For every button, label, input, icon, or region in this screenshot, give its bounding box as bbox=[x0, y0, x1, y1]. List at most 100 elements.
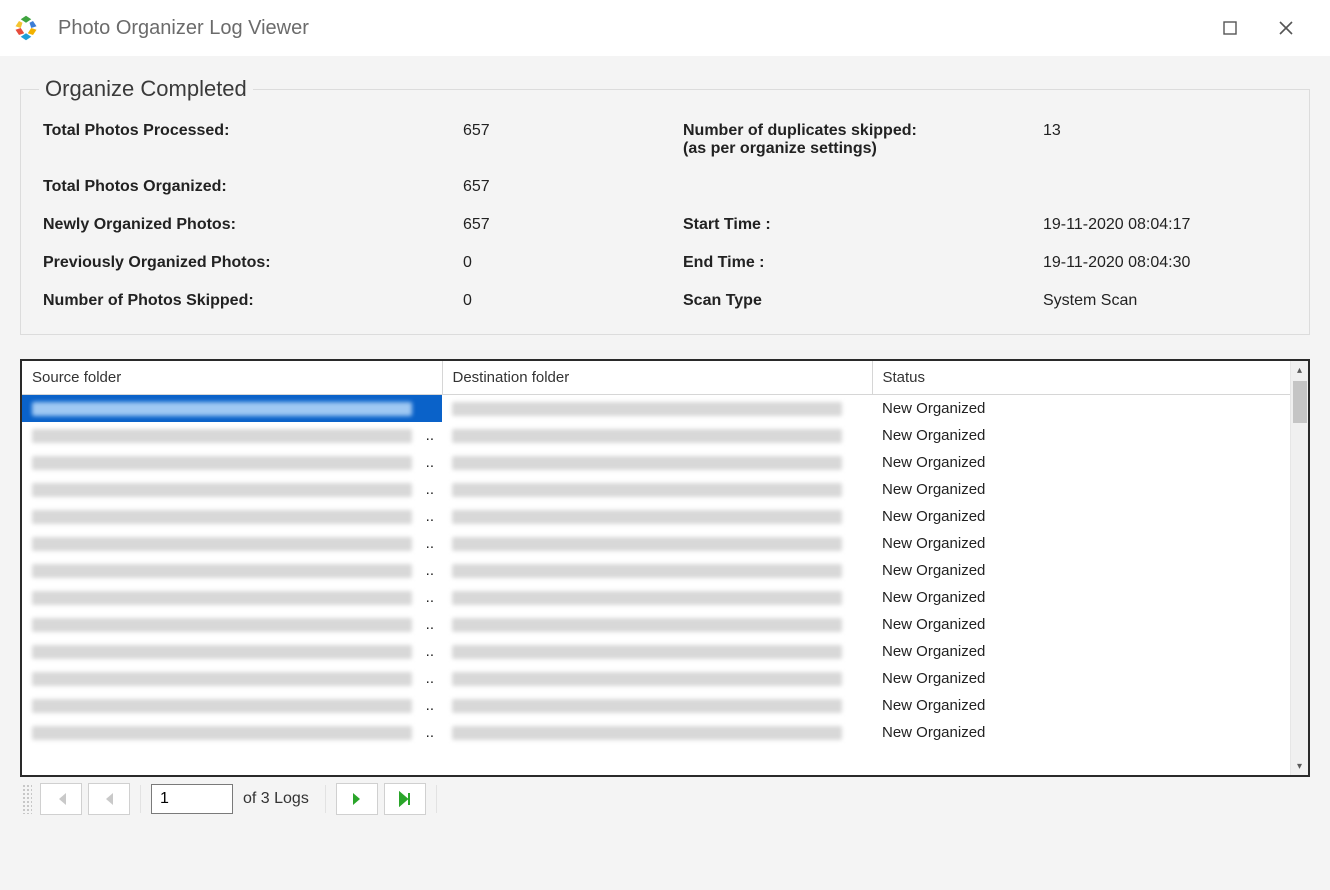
cell-status: New Organized bbox=[872, 611, 1308, 638]
summary-right-label bbox=[683, 178, 1043, 196]
summary-right-label: Number of duplicates skipped: (as per or… bbox=[683, 122, 1043, 158]
summary-right-value bbox=[1043, 178, 1287, 196]
pager-separator bbox=[436, 785, 437, 813]
cell-destination bbox=[442, 665, 872, 692]
cell-source bbox=[22, 422, 442, 449]
window-controls bbox=[1216, 14, 1318, 42]
summary-right-value: 19-11-2020 08:04:17 bbox=[1043, 216, 1287, 234]
window-title: Photo Organizer Log Viewer bbox=[58, 17, 309, 40]
table-row[interactable]: New Organized bbox=[22, 719, 1308, 746]
cell-destination bbox=[442, 422, 872, 449]
cell-destination bbox=[442, 449, 872, 476]
summary-right-label: Scan Type bbox=[683, 292, 1043, 310]
cell-status: New Organized bbox=[872, 422, 1308, 449]
summary-right-label: Start Time : bbox=[683, 216, 1043, 234]
col-header-status[interactable]: Status bbox=[872, 361, 1308, 395]
pager-next-button[interactable] bbox=[336, 783, 378, 815]
col-header-source[interactable]: Source folder bbox=[22, 361, 442, 395]
cell-status: New Organized bbox=[872, 503, 1308, 530]
cell-destination bbox=[442, 692, 872, 719]
cell-source bbox=[22, 719, 442, 746]
summary-left-label: Total Photos Processed: bbox=[43, 122, 463, 158]
titlebar: Photo Organizer Log Viewer bbox=[0, 0, 1330, 56]
table-row[interactable]: New Organized bbox=[22, 665, 1308, 692]
cell-source bbox=[22, 692, 442, 719]
cell-destination bbox=[442, 719, 872, 746]
cell-destination bbox=[442, 557, 872, 584]
cell-source bbox=[22, 530, 442, 557]
table-row[interactable]: New Organized bbox=[22, 557, 1308, 584]
table-row[interactable]: New Organized bbox=[22, 611, 1308, 638]
log-table-container: Source folder Destination folder Status … bbox=[20, 359, 1310, 777]
cell-source bbox=[22, 611, 442, 638]
table-row[interactable]: New Organized bbox=[22, 692, 1308, 719]
cell-destination bbox=[442, 476, 872, 503]
summary-left-label: Previously Organized Photos: bbox=[43, 254, 463, 272]
col-header-destination[interactable]: Destination folder bbox=[442, 361, 872, 395]
cell-status: New Organized bbox=[872, 719, 1308, 746]
summary-left-value: 657 bbox=[463, 122, 683, 158]
cell-source bbox=[22, 557, 442, 584]
table-row[interactable]: New Organized bbox=[22, 422, 1308, 449]
vertical-scrollbar[interactable]: ▴ ▾ bbox=[1290, 361, 1308, 775]
log-table: Source folder Destination folder Status … bbox=[22, 361, 1308, 746]
cell-status: New Organized bbox=[872, 584, 1308, 611]
cell-destination bbox=[442, 530, 872, 557]
summary-left-value: 0 bbox=[463, 292, 683, 310]
pager-first-button[interactable] bbox=[40, 783, 82, 815]
pager-separator bbox=[140, 785, 141, 813]
cell-destination bbox=[442, 584, 872, 611]
table-row[interactable]: New Organized bbox=[22, 503, 1308, 530]
summary-right-label: End Time : bbox=[683, 254, 1043, 272]
table-row[interactable]: New Organized bbox=[22, 530, 1308, 557]
table-row[interactable]: New Organized bbox=[22, 638, 1308, 665]
summary-right-value: 13 bbox=[1043, 122, 1287, 158]
cell-source bbox=[22, 665, 442, 692]
maximize-button[interactable] bbox=[1216, 14, 1244, 42]
cell-status: New Organized bbox=[872, 449, 1308, 476]
summary-right-value: System Scan bbox=[1043, 292, 1287, 310]
cell-source bbox=[22, 638, 442, 665]
summary-left-value: 0 bbox=[463, 254, 683, 272]
cell-destination bbox=[442, 638, 872, 665]
scroll-up-icon[interactable]: ▴ bbox=[1291, 361, 1308, 379]
app-logo-icon bbox=[12, 14, 40, 42]
page-total-label: of 3 Logs bbox=[243, 790, 309, 808]
cell-source bbox=[22, 584, 442, 611]
summary-left-value: 657 bbox=[463, 178, 683, 196]
table-row[interactable]: New Organized bbox=[22, 395, 1308, 423]
pager-prev-button[interactable] bbox=[88, 783, 130, 815]
summary-panel: Organize Completed Total Photos Processe… bbox=[20, 76, 1310, 335]
cell-destination bbox=[442, 395, 872, 423]
cell-source bbox=[22, 395, 442, 423]
summary-left-label: Newly Organized Photos: bbox=[43, 216, 463, 234]
table-row[interactable]: New Organized bbox=[22, 449, 1308, 476]
cell-status: New Organized bbox=[872, 557, 1308, 584]
scroll-thumb[interactable] bbox=[1293, 381, 1307, 423]
pager: of 3 Logs bbox=[20, 777, 1310, 815]
page-number-input[interactable] bbox=[151, 784, 233, 814]
cell-destination bbox=[442, 611, 872, 638]
scroll-down-icon[interactable]: ▾ bbox=[1291, 757, 1308, 775]
cell-source bbox=[22, 449, 442, 476]
cell-status: New Organized bbox=[872, 530, 1308, 557]
cell-source bbox=[22, 503, 442, 530]
pager-separator bbox=[325, 785, 326, 813]
cell-destination bbox=[442, 503, 872, 530]
close-button[interactable] bbox=[1272, 14, 1300, 42]
summary-left-value: 657 bbox=[463, 216, 683, 234]
summary-legend: Organize Completed bbox=[39, 76, 253, 102]
cell-source bbox=[22, 476, 442, 503]
cell-status: New Organized bbox=[872, 638, 1308, 665]
cell-status: New Organized bbox=[872, 665, 1308, 692]
table-row[interactable]: New Organized bbox=[22, 476, 1308, 503]
summary-left-label: Number of Photos Skipped: bbox=[43, 292, 463, 310]
summary-left-label: Total Photos Organized: bbox=[43, 178, 463, 196]
cell-status: New Organized bbox=[872, 692, 1308, 719]
cell-status: New Organized bbox=[872, 476, 1308, 503]
cell-status: New Organized bbox=[872, 395, 1308, 423]
pager-last-button[interactable] bbox=[384, 783, 426, 815]
table-row[interactable]: New Organized bbox=[22, 584, 1308, 611]
pager-grip-icon bbox=[22, 784, 32, 814]
summary-right-value: 19-11-2020 08:04:30 bbox=[1043, 254, 1287, 272]
